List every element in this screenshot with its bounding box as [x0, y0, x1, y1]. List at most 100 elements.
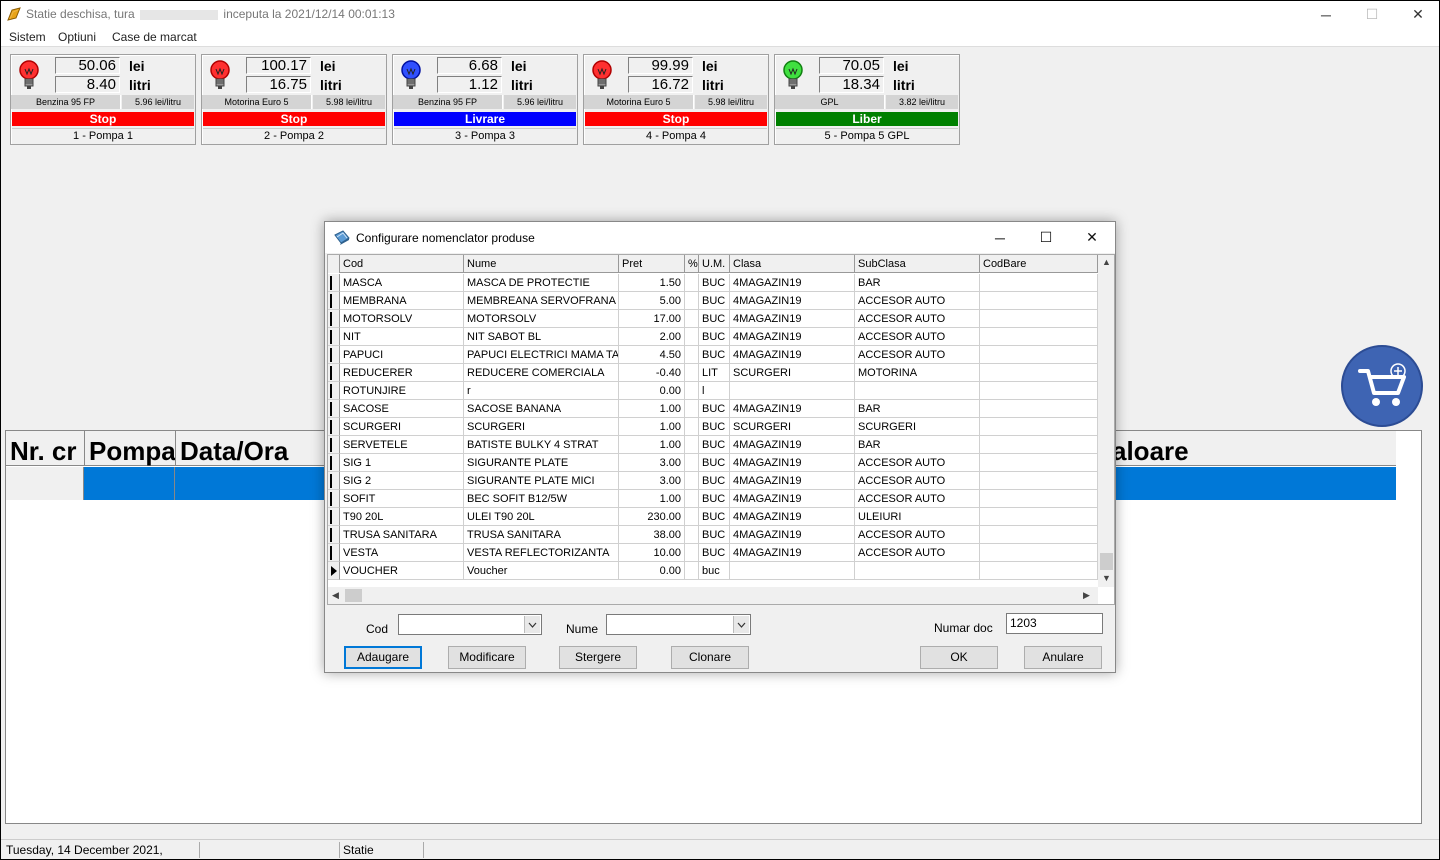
- menu-optiuni[interactable]: Optiuni: [58, 30, 96, 44]
- col-clasa-cell[interactable]: 4MAGAZIN19: [730, 292, 855, 310]
- table-row[interactable]: SCURGERI SCURGERI 1.00 BUC SCURGERI SCURGERI: [328, 418, 1098, 436]
- col-codbare-cell[interactable]: [980, 454, 1098, 472]
- col-um-cell[interactable]: BUC: [699, 400, 730, 418]
- col-clasa-cell[interactable]: 4MAGAZIN19: [730, 472, 855, 490]
- col-cod-cell[interactable]: SIG 1: [340, 454, 464, 472]
- col-percent-cell[interactable]: [685, 472, 699, 490]
- table-row[interactable]: VOUCHER Voucher 0.00 buc: [328, 562, 1098, 580]
- col-clasa-cell[interactable]: 4MAGAZIN19: [730, 400, 855, 418]
- col-codbare-cell[interactable]: [980, 382, 1098, 400]
- col-cod-cell[interactable]: VOUCHER: [340, 562, 464, 580]
- col-subclasa-cell[interactable]: ACCESOR AUTO: [855, 454, 980, 472]
- table-row[interactable]: TRUSA SANITARA TRUSA SANITARA 38.00 BUC 4MAG…: [328, 526, 1098, 544]
- pump-card-1[interactable]: 50.06 8.40 lei litri Benzina 95 FP 5.96 …: [10, 54, 196, 145]
- scroll-up-icon[interactable]: ▲: [1102, 257, 1111, 267]
- col-nume-cell[interactable]: VESTA REFLECTORIZANTA: [464, 544, 619, 562]
- col-nume-cell[interactable]: SACOSE BANANA: [464, 400, 619, 418]
- col-codbare-cell[interactable]: [980, 562, 1098, 580]
- col-subclasa-cell[interactable]: MOTORINA: [855, 364, 980, 382]
- col-percent-cell[interactable]: [685, 382, 699, 400]
- col-subclasa-cell[interactable]: [855, 382, 980, 400]
- horizontal-scrollbar[interactable]: ◀ ▶: [328, 587, 1098, 604]
- col-um-cell[interactable]: BUC: [699, 310, 730, 328]
- col-pret-cell[interactable]: 1.00: [619, 418, 685, 436]
- col-nume-header[interactable]: Nume: [464, 255, 619, 273]
- col-clasa-cell[interactable]: SCURGERI: [730, 364, 855, 382]
- col-codbare-cell[interactable]: [980, 292, 1098, 310]
- col-um-cell[interactable]: BUC: [699, 526, 730, 544]
- col-clasa-cell[interactable]: 4MAGAZIN19: [730, 328, 855, 346]
- col-cod-cell[interactable]: MASCA: [340, 274, 464, 292]
- menu-sistem[interactable]: Sistem: [9, 30, 46, 44]
- col-percent-cell[interactable]: [685, 292, 699, 310]
- col-cod-cell[interactable]: T90 20L: [340, 508, 464, 526]
- col-cod-header[interactable]: Cod: [340, 255, 464, 273]
- maximize-button[interactable]: ☐: [1349, 1, 1395, 28]
- col-valoare[interactable]: aloare: [1112, 431, 1396, 466]
- col-um-cell[interactable]: l: [699, 382, 730, 400]
- col-nume-cell[interactable]: SIGURANTE PLATE: [464, 454, 619, 472]
- col-nume-cell[interactable]: BATISTE BULKY 4 STRAT: [464, 436, 619, 454]
- col-cod-cell[interactable]: VESTA: [340, 544, 464, 562]
- col-clasa-cell[interactable]: 4MAGAZIN19: [730, 544, 855, 562]
- col-codbare-cell[interactable]: [980, 544, 1098, 562]
- col-nume-cell[interactable]: Voucher: [464, 562, 619, 580]
- col-clasa-cell[interactable]: 4MAGAZIN19: [730, 454, 855, 472]
- col-percent-cell[interactable]: [685, 364, 699, 382]
- col-um-cell[interactable]: BUC: [699, 454, 730, 472]
- col-subclasa-cell[interactable]: ACCESOR AUTO: [855, 310, 980, 328]
- table-row[interactable]: PAPUCI PAPUCI ELECTRICI MAMA TATA 4.50 BUC 4…: [328, 346, 1098, 364]
- dialog-minimize-button[interactable]: ─: [977, 222, 1023, 253]
- col-um-cell[interactable]: buc: [699, 562, 730, 580]
- col-pret-cell[interactable]: 4.50: [619, 346, 685, 364]
- col-percent-cell[interactable]: [685, 418, 699, 436]
- table-row[interactable]: MEMBRANA MEMBREANA SERVOFRANA 5.00 BUC 4MAGA…: [328, 292, 1098, 310]
- col-pret-cell[interactable]: -0.40: [619, 364, 685, 382]
- table-row[interactable]: SACOSE SACOSE BANANA 1.00 BUC 4MAGAZIN19 BAR: [328, 400, 1098, 418]
- clonare-button[interactable]: Clonare: [671, 646, 749, 669]
- close-button[interactable]: ✕: [1395, 1, 1439, 28]
- col-subclasa-cell[interactable]: BAR: [855, 274, 980, 292]
- chevron-down-icon[interactable]: [733, 616, 749, 633]
- col-codbare-cell[interactable]: [980, 472, 1098, 490]
- cod-combobox[interactable]: [398, 614, 542, 635]
- numar-doc-input[interactable]: 1203: [1006, 613, 1103, 634]
- col-nume-cell[interactable]: NIT SABOT BL: [464, 328, 619, 346]
- col-pompa[interactable]: Pompa: [85, 431, 176, 466]
- col-pret-cell[interactable]: 38.00: [619, 526, 685, 544]
- col-codbare-header[interactable]: CodBare: [980, 255, 1098, 273]
- col-nume-cell[interactable]: ULEI T90 20L: [464, 508, 619, 526]
- col-codbare-cell[interactable]: [980, 436, 1098, 454]
- col-um-cell[interactable]: BUC: [699, 472, 730, 490]
- table-row[interactable]: SIG 2 SIGURANTE PLATE MICI 3.00 BUC 4MAGAZIN…: [328, 472, 1098, 490]
- col-codbare-cell[interactable]: [980, 346, 1098, 364]
- col-pret-cell[interactable]: 0.00: [619, 562, 685, 580]
- col-subclasa-cell[interactable]: ACCESOR AUTO: [855, 544, 980, 562]
- col-nume-cell[interactable]: REDUCERE COMERCIALA: [464, 364, 619, 382]
- col-cod-cell[interactable]: MEMBRANA: [340, 292, 464, 310]
- pump-card-2[interactable]: 100.17 16.75 lei litri Motorina Euro 5 5…: [201, 54, 387, 145]
- col-clasa-header[interactable]: Clasa: [730, 255, 855, 273]
- products-grid[interactable]: Cod Nume Pret% U.M. Clasa SubClasa CodBare MAS…: [327, 254, 1115, 605]
- col-subclasa-cell[interactable]: ACCESOR AUTO: [855, 346, 980, 364]
- col-clasa-cell[interactable]: 4MAGAZIN19: [730, 310, 855, 328]
- col-um-cell[interactable]: BUC: [699, 274, 730, 292]
- col-clasa-cell[interactable]: [730, 562, 855, 580]
- table-row[interactable]: T90 20L ULEI T90 20L 230.00 BUC 4MAGAZIN19 UL…: [328, 508, 1098, 526]
- col-percent-cell[interactable]: [685, 274, 699, 292]
- col-codbare-cell[interactable]: [980, 526, 1098, 544]
- pump-status[interactable]: Stop: [585, 112, 767, 126]
- col-percent-cell[interactable]: [685, 508, 699, 526]
- col-um-cell[interactable]: BUC: [699, 346, 730, 364]
- table-row[interactable]: SERVETELE BATISTE BULKY 4 STRAT 1.00 BUC 4MA…: [328, 436, 1098, 454]
- col-um-header[interactable]: U.M.: [699, 255, 730, 273]
- col-um-cell[interactable]: BUC: [699, 418, 730, 436]
- col-pret-cell[interactable]: 10.00: [619, 544, 685, 562]
- col-codbare-cell[interactable]: [980, 418, 1098, 436]
- col-subclasa-cell[interactable]: SCURGERI: [855, 418, 980, 436]
- col-codbare-cell[interactable]: [980, 364, 1098, 382]
- col-nume-cell[interactable]: r: [464, 382, 619, 400]
- pump-status[interactable]: Stop: [12, 112, 194, 126]
- pump-status[interactable]: Liber: [776, 112, 958, 126]
- col-codbare-cell[interactable]: [980, 328, 1098, 346]
